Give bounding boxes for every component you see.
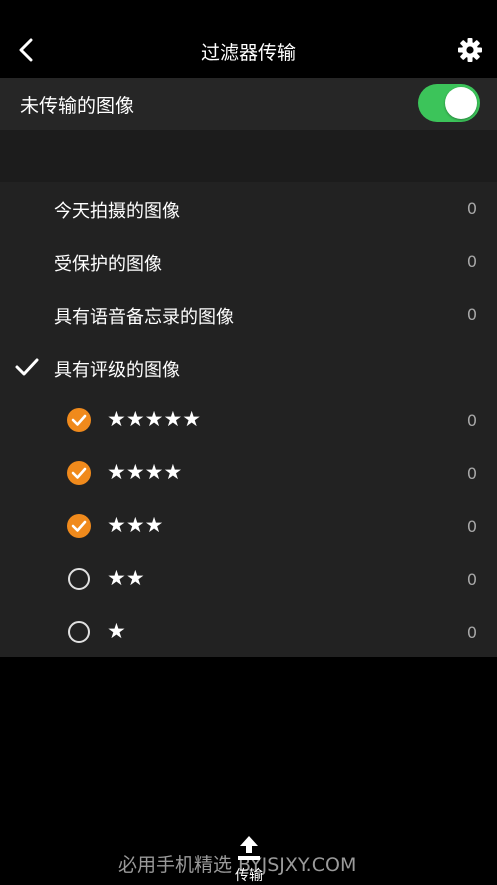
filter-rated-row[interactable]: 具有评级的图像 (0, 341, 497, 393)
rating-count: 0 (466, 517, 477, 536)
untransferred-images-label: 未传输的图像 (20, 95, 135, 117)
filter-count: 0 (466, 252, 477, 271)
rating-3-row[interactable]: ★★★ 0 (0, 500, 497, 552)
filter-voice-memo-row[interactable]: 具有语音备忘录的图像 0 (0, 288, 497, 340)
filter-label: 具有评级的图像 (54, 360, 180, 381)
gear-icon (458, 38, 482, 62)
checkmark-icon (15, 358, 39, 376)
unchecked-circle-icon (68, 568, 90, 590)
star-rating: ★★ (107, 566, 145, 590)
filter-list: 今天拍摄的图像 0 受保护的图像 0 具有语音备忘录的图像 0 具有评级的图像 … (0, 182, 497, 657)
section-spacer (0, 130, 497, 182)
transfer-label: 传输 (235, 868, 263, 884)
filter-protected-row[interactable]: 受保护的图像 0 (0, 235, 497, 287)
checked-circle-icon (67, 514, 91, 538)
rating-5-row[interactable]: ★★★★★ 0 (0, 394, 497, 446)
rating-count: 0 (466, 464, 477, 483)
rating-count: 0 (466, 623, 477, 642)
star-rating: ★★★ (107, 513, 164, 537)
upload-icon (238, 836, 260, 860)
filter-label: 受保护的图像 (54, 254, 162, 275)
page-title: 过滤器传输 (200, 42, 296, 64)
untransferred-images-toggle[interactable] (418, 84, 480, 122)
star-rating: ★ (107, 619, 126, 643)
checked-circle-icon (67, 461, 91, 485)
settings-button[interactable] (454, 34, 486, 66)
toggle-knob (445, 87, 477, 119)
rating-count: 0 (466, 411, 477, 430)
checked-circle-icon (67, 408, 91, 432)
filter-count: 0 (466, 305, 477, 324)
navigation-bar: 过滤器传输 (0, 0, 497, 78)
rating-2-row[interactable]: ★★ 0 (0, 553, 497, 605)
rating-count: 0 (466, 570, 477, 589)
rating-4-row[interactable]: ★★★★ 0 (0, 447, 497, 499)
unchecked-circle-icon (68, 621, 90, 643)
filter-count: 0 (466, 199, 477, 218)
filter-label: 具有语音备忘录的图像 (54, 307, 234, 328)
transfer-button[interactable]: 传输 (228, 835, 270, 884)
star-rating: ★★★★ (107, 460, 183, 484)
filter-today-row[interactable]: 今天拍摄的图像 0 (0, 182, 497, 234)
star-rating: ★★★★★ (107, 407, 202, 431)
filter-label: 今天拍摄的图像 (54, 201, 180, 222)
rating-1-row[interactable]: ★ 0 (0, 606, 497, 658)
